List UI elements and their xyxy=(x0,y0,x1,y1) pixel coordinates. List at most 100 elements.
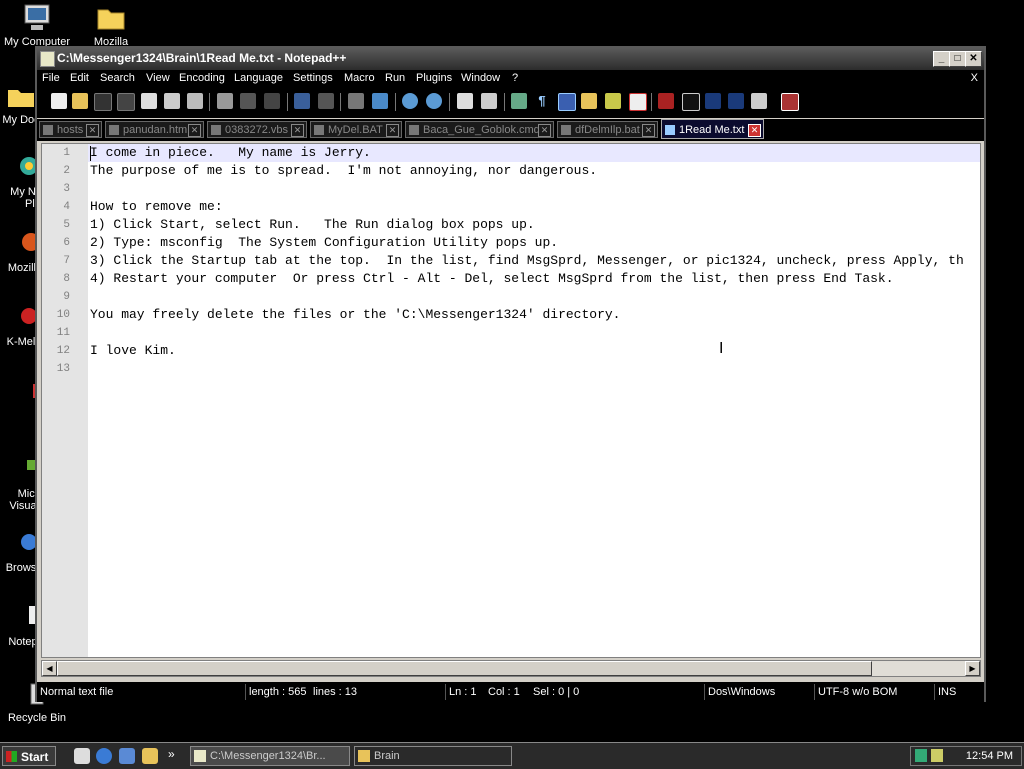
menu-language[interactable]: Language xyxy=(234,72,283,84)
menu-help[interactable]: ? xyxy=(512,72,518,84)
save-macro-icon[interactable] xyxy=(751,93,767,109)
computer-icon xyxy=(24,4,50,30)
window-title: C:\Messenger1324\Brain\1Read Me.txt - No… xyxy=(57,51,347,65)
print-icon[interactable] xyxy=(187,93,203,109)
user-lang-icon[interactable] xyxy=(581,93,597,109)
indent-guide-icon[interactable] xyxy=(558,93,576,111)
close-all-icon[interactable] xyxy=(164,93,180,109)
close-document-icon[interactable]: X xyxy=(971,72,978,84)
word-wrap-icon[interactable] xyxy=(511,93,527,109)
menu-plugins[interactable]: Plugins xyxy=(416,72,452,84)
save-icon[interactable] xyxy=(94,93,112,111)
tab-label: 1Read Me.txt xyxy=(679,124,745,136)
tab-close-icon[interactable]: ✕ xyxy=(538,124,551,137)
run-macro-multiple-icon[interactable] xyxy=(728,93,744,109)
code-line: The purpose of me is to spread. I'm not … xyxy=(90,163,598,178)
find-icon[interactable] xyxy=(348,93,364,109)
ie-icon[interactable] xyxy=(96,748,112,764)
tab-close-icon[interactable]: ✕ xyxy=(642,124,655,137)
horizontal-scrollbar[interactable]: ◀ ▶ xyxy=(41,660,981,677)
tab-mydel[interactable]: MyDel.BAT ✕ xyxy=(310,121,402,138)
menu-encoding[interactable]: Encoding xyxy=(179,72,225,84)
code-line: How to remove me: xyxy=(90,199,223,214)
tab-vbs[interactable]: 0383272.vbs ✕ xyxy=(207,121,307,138)
windows-logo-icon xyxy=(6,751,17,762)
desktop-icon-mozilla-folder[interactable]: Mozilla xyxy=(74,2,148,48)
folder-icon xyxy=(97,9,125,30)
show-desktop-icon[interactable] xyxy=(74,748,90,764)
menu-settings[interactable]: Settings xyxy=(293,72,333,84)
menu-macro[interactable]: Macro xyxy=(344,72,375,84)
start-button[interactable]: Start xyxy=(2,746,56,766)
tab-close-icon[interactable]: ✕ xyxy=(386,124,399,137)
system-tray: 12:54 PM xyxy=(910,746,1022,766)
tab-baca-gue-goblok[interactable]: Baca_Gue_Goblok.cmd ✕ xyxy=(405,121,554,138)
scroll-right-icon[interactable]: ▶ xyxy=(965,661,980,676)
menu-search[interactable]: Search xyxy=(100,72,135,84)
scrollbar-thumb[interactable] xyxy=(57,661,872,676)
sync-horizontal-icon[interactable] xyxy=(481,93,497,109)
show-all-chars-icon[interactable]: ¶ xyxy=(534,93,550,109)
maximize-button[interactable]: □ xyxy=(949,51,966,67)
clock[interactable]: 12:54 PM xyxy=(966,747,1013,765)
tab-label: panudan.htm xyxy=(123,124,188,136)
notepad-icon xyxy=(194,750,206,762)
media-player-icon[interactable] xyxy=(119,748,135,764)
replace-icon[interactable] xyxy=(372,93,388,109)
close-button[interactable]: ✕ xyxy=(965,51,982,67)
new-file-icon[interactable] xyxy=(51,93,67,109)
line-number: 7 xyxy=(63,255,70,267)
tab-close-icon[interactable]: ✕ xyxy=(748,124,761,137)
status-length: length : 565 xyxy=(245,684,310,700)
tab-1read-me[interactable]: 1Read Me.txt ✕ xyxy=(661,119,764,139)
documents-icon xyxy=(8,90,34,107)
sync-vertical-icon[interactable] xyxy=(457,93,473,109)
line-number: 4 xyxy=(63,201,70,213)
title-bar[interactable]: C:\Messenger1324\Brain\1Read Me.txt - No… xyxy=(37,48,984,70)
zoom-out-icon[interactable] xyxy=(426,93,442,109)
tab-close-icon[interactable]: ✕ xyxy=(86,124,99,137)
code-line: I love Kim. xyxy=(90,343,176,358)
line-number: 1 xyxy=(63,147,70,159)
cut-icon[interactable] xyxy=(217,93,233,109)
save-all-icon[interactable] xyxy=(117,93,135,111)
zoom-in-icon[interactable] xyxy=(402,93,418,109)
taskbar-item-notepadpp[interactable]: C:\Messenger1324\Br... xyxy=(190,746,350,766)
tab-dfdelmilp[interactable]: dfDelmIlp.bat ✕ xyxy=(557,121,658,138)
paste-icon[interactable] xyxy=(264,93,280,109)
tab-close-icon[interactable]: ✕ xyxy=(188,124,201,137)
text-editor[interactable]: 1 2 3 4 5 6 7 8 9 10 11 12 13 I come in … xyxy=(41,143,981,658)
tray-app-icon[interactable] xyxy=(931,749,943,762)
menu-window[interactable]: Window xyxy=(461,72,500,84)
function-list-icon[interactable] xyxy=(629,93,647,111)
minimize-button[interactable]: _ xyxy=(933,51,950,67)
menu-run[interactable]: Run xyxy=(385,72,405,84)
taskbar-item-label: Brain xyxy=(374,750,400,762)
outlook-icon[interactable] xyxy=(142,748,158,764)
stop-macro-icon[interactable] xyxy=(682,93,700,111)
quicklaunch-more-icon[interactable]: » xyxy=(168,747,175,761)
tab-hosts[interactable]: hosts ✕ xyxy=(39,121,102,138)
tab-label: Baca_Gue_Goblok.cmd xyxy=(423,124,540,136)
menu-file[interactable]: File xyxy=(42,72,60,84)
menu-view[interactable]: View xyxy=(146,72,170,84)
line-number: 8 xyxy=(63,273,70,285)
tab-close-icon[interactable]: ✕ xyxy=(291,124,304,137)
play-macro-icon[interactable] xyxy=(705,93,721,109)
redo-icon[interactable] xyxy=(318,93,334,109)
plugin-icon[interactable] xyxy=(781,93,799,111)
scroll-left-icon[interactable]: ◀ xyxy=(42,661,57,676)
open-file-icon[interactable] xyxy=(72,93,88,109)
desktop-icon-my-computer[interactable]: My Computer xyxy=(0,2,74,48)
undo-icon[interactable] xyxy=(294,93,310,109)
doc-map-icon[interactable] xyxy=(605,93,621,109)
copy-icon[interactable] xyxy=(240,93,256,109)
menu-edit[interactable]: Edit xyxy=(70,72,89,84)
toolbar-separator xyxy=(340,93,341,111)
record-macro-icon[interactable] xyxy=(658,93,674,109)
tab-panudan[interactable]: panudan.htm ✕ xyxy=(105,121,204,138)
tab-label: 0383272.vbs xyxy=(225,124,288,136)
network-tray-icon[interactable] xyxy=(915,749,927,762)
close-file-icon[interactable] xyxy=(141,93,157,109)
taskbar-item-brain[interactable]: Brain xyxy=(354,746,512,766)
